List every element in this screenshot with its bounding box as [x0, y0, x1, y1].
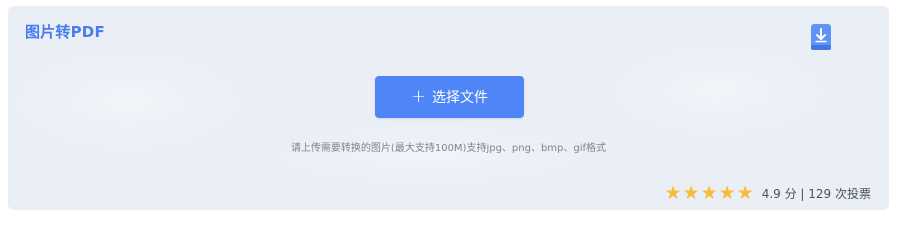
plus-icon: + [410, 86, 427, 107]
star-icon[interactable]: ★ [683, 184, 700, 203]
page-title: 图片转PDF [25, 23, 105, 41]
converter-card: 图片转PDF + 选择文件 请上传需要转换的图片(最大支持100M)支持jpg、… [8, 6, 889, 210]
select-file-label: 选择文件 [432, 90, 489, 106]
download-button[interactable] [810, 23, 832, 51]
star-icon[interactable]: ★ [719, 184, 736, 203]
star-icon[interactable]: ★ [737, 184, 754, 203]
rating-widget: ★ ★ ★ ★ ★ 4.9 分 | 129 次投票 [664, 184, 871, 203]
select-file-button[interactable]: + 选择文件 [375, 76, 524, 118]
upload-hint: 请上传需要转换的图片(最大支持100M)支持jpg、png、bmp、gif格式 [290, 143, 607, 154]
rating-score: 4.9 分 | 129 次投票 [761, 187, 871, 201]
rating-stars[interactable]: ★ ★ ★ ★ ★ [664, 184, 753, 203]
star-icon[interactable]: ★ [701, 184, 718, 203]
star-icon[interactable]: ★ [664, 184, 681, 203]
download-icon [811, 24, 831, 50]
